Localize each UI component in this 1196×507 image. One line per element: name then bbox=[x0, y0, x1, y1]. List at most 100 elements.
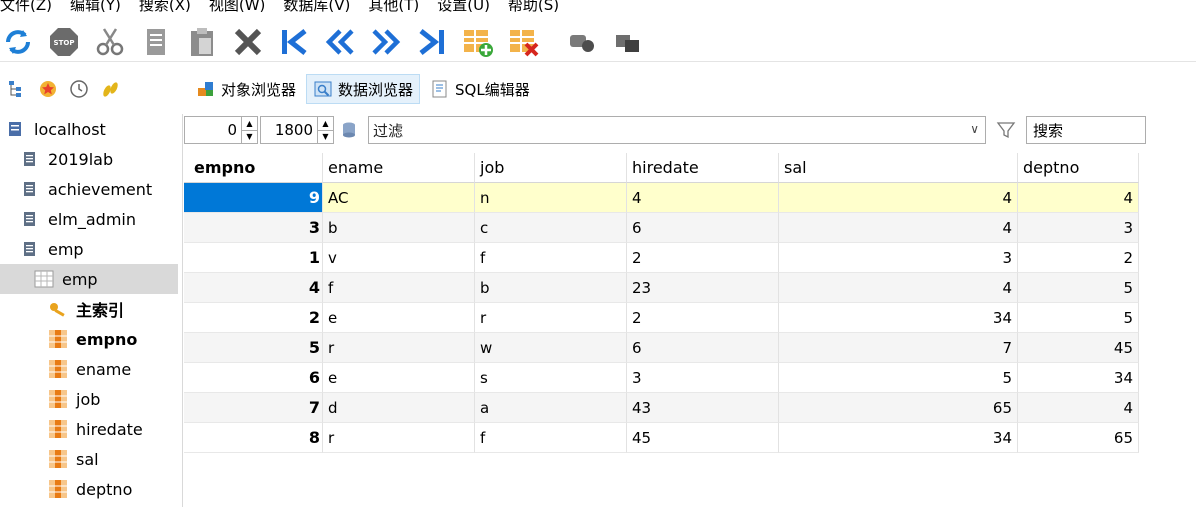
cell-hiredate[interactable]: 4 bbox=[627, 183, 779, 213]
cell-job[interactable]: n bbox=[475, 183, 627, 213]
tree-item-elmadmin[interactable]: elm_admin bbox=[20, 204, 136, 234]
column-header-sal[interactable]: sal bbox=[779, 153, 1018, 183]
cell-sal[interactable]: 3 bbox=[779, 243, 1018, 273]
cell-empno[interactable]: 9 bbox=[184, 183, 323, 213]
tree-item-job[interactable]: job bbox=[48, 384, 100, 414]
tab-sql-editor[interactable]: SQL编辑器 bbox=[424, 74, 536, 104]
menu-search[interactable]: 搜索(X) bbox=[139, 0, 201, 15]
table-row[interactable]: 5 r w 6 7 45 bbox=[184, 333, 1139, 363]
limit-stepper[interactable]: 1800 ▲ ▼ bbox=[260, 116, 334, 144]
history-icon[interactable] bbox=[68, 78, 90, 100]
table-row[interactable]: 2 e r 2 34 5 bbox=[184, 303, 1139, 333]
cell-ename[interactable]: r bbox=[323, 333, 475, 363]
menu-other[interactable]: 其他(T) bbox=[368, 0, 429, 15]
column-header-empno[interactable]: empno bbox=[184, 153, 323, 183]
cell-hiredate[interactable]: 45 bbox=[627, 423, 779, 453]
spin-down-icon[interactable]: ▼ bbox=[242, 131, 257, 144]
add-row-icon[interactable] bbox=[460, 24, 496, 60]
cell-job[interactable]: c bbox=[475, 213, 627, 243]
table-row[interactable]: 7 d a 43 65 4 bbox=[184, 393, 1139, 423]
menu-database[interactable]: 数据库(V) bbox=[283, 0, 360, 15]
cell-deptno[interactable]: 65 bbox=[1018, 423, 1139, 453]
column-header-job[interactable]: job bbox=[475, 153, 627, 183]
tree-item-empno[interactable]: empno bbox=[48, 324, 137, 354]
cell-job[interactable]: b bbox=[475, 273, 627, 303]
cell-sal[interactable]: 5 bbox=[779, 363, 1018, 393]
cell-sal[interactable]: 34 bbox=[779, 303, 1018, 333]
tree-item-primary-index[interactable]: 主索引 bbox=[48, 294, 124, 324]
table-row[interactable]: 9 AC n 4 4 4 bbox=[184, 183, 1139, 213]
menu-view[interactable]: 视图(W) bbox=[209, 0, 276, 15]
cell-deptno[interactable]: 3 bbox=[1018, 213, 1139, 243]
cell-empno[interactable]: 7 bbox=[184, 393, 323, 423]
cell-deptno[interactable]: 5 bbox=[1018, 273, 1139, 303]
cell-deptno[interactable]: 45 bbox=[1018, 333, 1139, 363]
cell-hiredate[interactable]: 2 bbox=[627, 243, 779, 273]
cut-icon[interactable] bbox=[92, 24, 128, 60]
cell-hiredate[interactable]: 6 bbox=[627, 213, 779, 243]
cell-hiredate[interactable]: 23 bbox=[627, 273, 779, 303]
cell-empno[interactable]: 8 bbox=[184, 423, 323, 453]
menu-file[interactable]: 文件(Z) bbox=[0, 0, 62, 15]
offset-stepper[interactable]: 0 ▲ ▼ bbox=[184, 116, 258, 144]
cell-sal[interactable]: 4 bbox=[779, 273, 1018, 303]
cell-deptno[interactable]: 4 bbox=[1018, 393, 1139, 423]
tree-item-emp[interactable]: emp bbox=[20, 234, 84, 264]
table-row[interactable]: 1vf232 bbox=[184, 243, 1139, 273]
tree-item-sal[interactable]: sal bbox=[48, 444, 99, 474]
cell-ename[interactable]: f bbox=[323, 273, 475, 303]
paste-icon[interactable] bbox=[184, 24, 220, 60]
last-record-icon[interactable] bbox=[414, 24, 450, 60]
cell-job[interactable]: r bbox=[475, 303, 627, 333]
refresh-data-icon[interactable] bbox=[334, 116, 364, 144]
cell-job[interactable]: w bbox=[475, 333, 627, 363]
tab-object-browser[interactable]: 对象浏览器 bbox=[190, 74, 302, 104]
cell-empno[interactable]: 6 bbox=[184, 363, 323, 393]
filter-input[interactable]: 过滤 ∨ bbox=[368, 116, 986, 144]
refresh-icon[interactable] bbox=[0, 24, 36, 60]
cell-job[interactable]: f bbox=[475, 243, 627, 273]
cell-job[interactable]: a bbox=[475, 393, 627, 423]
table-row[interactable]: 8 r f 45 34 65 bbox=[184, 423, 1139, 453]
rollback-icon[interactable] bbox=[610, 24, 646, 60]
commit-icon[interactable] bbox=[564, 24, 600, 60]
tree-item-hiredate[interactable]: hiredate bbox=[48, 414, 143, 444]
delete-icon[interactable] bbox=[230, 24, 266, 60]
cell-empno[interactable]: 2 bbox=[184, 303, 323, 333]
cell-empno[interactable]: 3 bbox=[184, 213, 323, 243]
cell-hiredate[interactable]: 3 bbox=[627, 363, 779, 393]
spin-up-icon[interactable]: ▲ bbox=[242, 117, 257, 131]
cell-job[interactable]: s bbox=[475, 363, 627, 393]
tree-item-ename[interactable]: ename bbox=[48, 354, 131, 384]
previous-page-icon[interactable] bbox=[322, 24, 358, 60]
delete-row-icon[interactable] bbox=[506, 24, 542, 60]
first-record-icon[interactable] bbox=[276, 24, 312, 60]
tree-item-2019lab[interactable]: 2019lab bbox=[20, 144, 113, 174]
tree-item-localhost[interactable]: localhost bbox=[6, 114, 106, 144]
menu-settings[interactable]: 设置(U) bbox=[437, 0, 500, 15]
cell-job[interactable]: f bbox=[475, 423, 627, 453]
filter-icon[interactable] bbox=[986, 116, 1026, 144]
spin-up-icon[interactable]: ▲ bbox=[318, 117, 333, 131]
cell-sal[interactable]: 4 bbox=[779, 183, 1018, 213]
cell-hiredate[interactable]: 2 bbox=[627, 303, 779, 333]
cell-hiredate[interactable]: 6 bbox=[627, 333, 779, 363]
cell-ename[interactable]: AC bbox=[323, 183, 475, 213]
table-row[interactable]: 6 e s 3 5 34 bbox=[184, 363, 1139, 393]
column-header-ename[interactable]: ename bbox=[323, 153, 475, 183]
cell-ename[interactable]: d bbox=[323, 393, 475, 423]
cell-ename[interactable]: v bbox=[323, 243, 475, 273]
copy-icon[interactable] bbox=[138, 24, 174, 60]
tree-view-icon[interactable] bbox=[6, 78, 28, 100]
menu-edit[interactable]: 编辑(Y) bbox=[70, 0, 131, 15]
cell-empno[interactable]: 5 bbox=[184, 333, 323, 363]
tab-data-browser[interactable]: 数据浏览器 bbox=[306, 74, 421, 104]
next-page-icon[interactable] bbox=[368, 24, 404, 60]
favorites-icon[interactable] bbox=[37, 78, 59, 100]
cell-sal[interactable]: 65 bbox=[779, 393, 1018, 423]
cell-ename[interactable]: r bbox=[323, 423, 475, 453]
table-row[interactable]: 3bc643 bbox=[184, 213, 1139, 243]
table-row[interactable]: 4 f b 23 4 5 bbox=[184, 273, 1139, 303]
cell-ename[interactable]: b bbox=[323, 213, 475, 243]
column-header-deptno[interactable]: deptno bbox=[1018, 153, 1139, 183]
